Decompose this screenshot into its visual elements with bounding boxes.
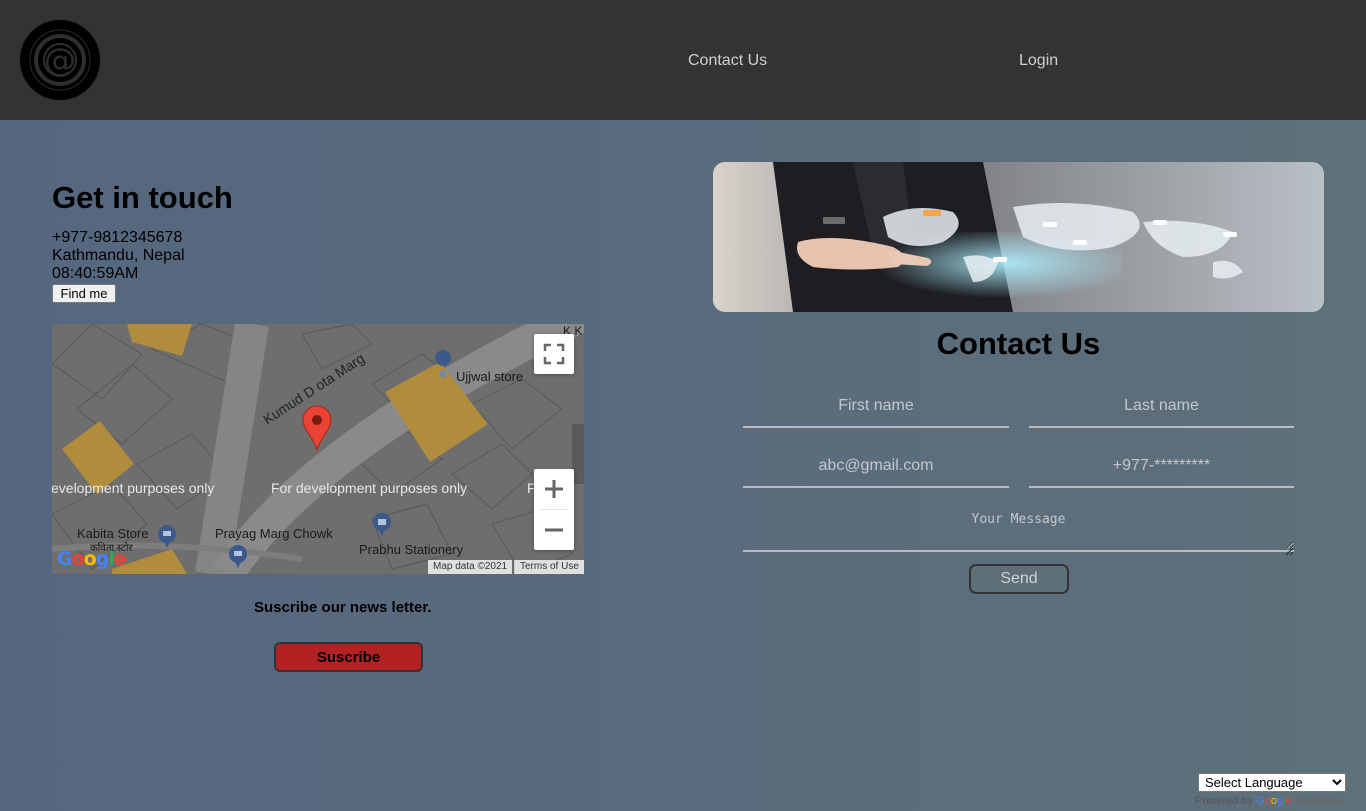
newsletter-text: Suscribe our news letter. — [254, 599, 432, 616]
hero-image — [713, 162, 1324, 312]
map-data-credit: Map data ©2021 — [428, 560, 513, 574]
subscribe-button[interactable]: Suscribe — [274, 642, 423, 672]
zoom-out-icon[interactable] — [534, 510, 574, 550]
google-translate-logo: Google — [1256, 795, 1292, 807]
google-map-logo: Google — [57, 548, 127, 570]
map-place-kabita-store: Kabita Store — [77, 526, 149, 541]
zoom-in-icon[interactable] — [534, 469, 574, 509]
map-place-ujjwal-store: Ujjwal store — [456, 369, 524, 384]
language-select[interactable]: Select Language — [1198, 773, 1346, 792]
translate-label[interactable]: Translate — [1295, 795, 1343, 807]
find-me-button[interactable]: Find me — [52, 284, 116, 303]
map-place-prabhu-stationery: Prabhu Stationery — [359, 542, 464, 557]
send-button[interactable]: Send — [969, 564, 1069, 594]
first-name-field[interactable] — [743, 386, 1009, 428]
top-navbar: @ Contact Us Login — [0, 0, 1366, 120]
resize-grip-icon[interactable] — [1284, 546, 1294, 556]
nav-contact-link[interactable]: Contact Us — [688, 52, 767, 70]
nav-login-link[interactable]: Login — [1019, 52, 1058, 70]
email-field[interactable] — [743, 446, 1009, 488]
phone-number: +977-9812345678 — [52, 229, 183, 246]
powered-by-google-translate: Powered by Google Translate — [1195, 795, 1343, 807]
map-terms-link[interactable]: Terms of Use — [514, 560, 584, 574]
phone-field[interactable] — [1029, 446, 1294, 488]
contact-us-heading: Contact Us — [936, 326, 1101, 361]
get-in-touch-heading: Get in touch — [52, 180, 233, 215]
fullscreen-icon[interactable] — [534, 334, 574, 374]
message-field[interactable] — [743, 508, 1294, 552]
map-watermark-left: evelopment purposes only — [52, 480, 215, 496]
last-name-field[interactable] — [1029, 386, 1294, 428]
at-sign-logo-icon[interactable]: @ — [20, 20, 100, 100]
clock-time: 08:40:59AM — [52, 265, 139, 282]
powered-by-label: Powered by — [1195, 795, 1254, 807]
svg-text:@: @ — [44, 41, 76, 79]
map-zoom-controls — [534, 469, 574, 550]
google-map[interactable]: Kumud D ota Marg Ujjwal store K K evelop… — [52, 324, 584, 574]
map-watermark-center: For development purposes only — [271, 480, 468, 496]
address-text: Kathmandu, Nepal — [52, 247, 185, 264]
map-place-prayag-marg-chowk: Prayag Marg Chowk — [215, 526, 333, 541]
